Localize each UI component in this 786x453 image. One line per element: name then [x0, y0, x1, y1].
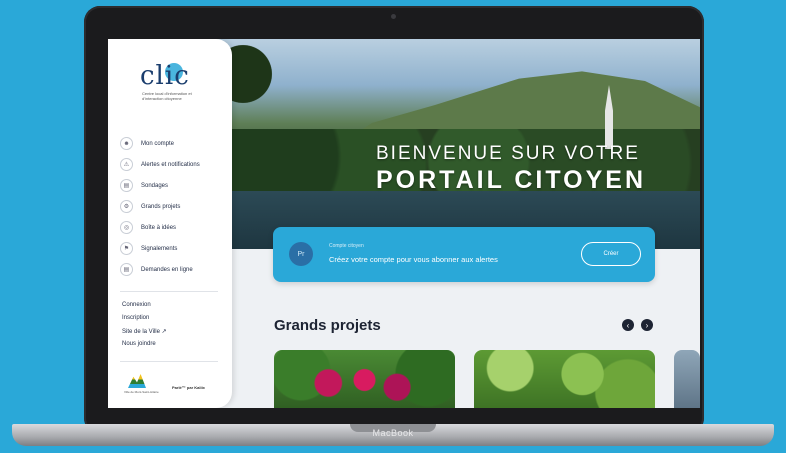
avatar: Pr	[289, 242, 313, 266]
create-account-button[interactable]: Créer	[581, 242, 641, 266]
camera-icon	[391, 14, 396, 19]
link-connexion[interactable]: Connexion	[122, 302, 167, 315]
sidebar: clic Centre local d'information et d'int…	[108, 39, 232, 408]
sidebar-item-label: Sondages	[141, 182, 169, 189]
powered-by[interactable]: Parlé™ par Kaliix	[172, 385, 205, 390]
project-card-vegetables[interactable]	[274, 350, 455, 408]
banner-eyebrow: Compte citoyen	[329, 243, 364, 249]
sidebar-item-boite-a-idees[interactable]: ◎ Boîte à idées	[120, 217, 226, 238]
sidebar-item-label: Signalements	[141, 245, 178, 252]
flag-icon: ⚑	[120, 242, 133, 255]
banner-message: Créez votre compte pour vous abonner aux…	[329, 255, 498, 264]
clic-logo[interactable]: clic Centre local d'information et d'int…	[138, 61, 208, 101]
hero-title-line1: BIENVENUE SUR VOTRE	[376, 143, 640, 164]
sidebar-item-label: Grands projets	[141, 203, 181, 210]
project-card-trees[interactable]	[474, 350, 655, 408]
projects-icon: ⚙	[120, 200, 133, 213]
sidebar-item-demandes[interactable]: ▤ Demandes en ligne	[120, 259, 226, 280]
link-nous-joindre[interactable]: Nous joindre	[122, 341, 167, 354]
link-site-ville[interactable]: Site de la Ville ↗	[122, 328, 167, 341]
hero-banner: BIENVENUE SUR VOTRE PORTAIL CITOYEN	[208, 39, 700, 249]
hero-title-line2: PORTAIL CITOYEN	[376, 166, 647, 194]
sidebar-item-alertes[interactable]: ⚠ Alertes et notifications	[120, 154, 226, 175]
logo-subtitle: Centre local d'information et d'interact…	[142, 91, 192, 101]
sidebar-item-grands-projets[interactable]: ⚙ Grands projets	[120, 196, 226, 217]
chevron-right-icon[interactable]: ›	[641, 319, 653, 331]
footer-logos: Ville de Mont-Saint-Hilaire Parlé™ par K…	[124, 374, 228, 398]
request-icon: ▤	[120, 263, 133, 276]
city-logo-icon[interactable]	[128, 374, 146, 388]
survey-icon: ▤	[120, 179, 133, 192]
city-caption: Ville de Mont-Saint-Hilaire	[124, 390, 159, 394]
sidebar-item-sondages[interactable]: ▤ Sondages	[120, 175, 226, 196]
user-icon: ☻	[120, 137, 133, 150]
link-inscription[interactable]: Inscription	[122, 315, 167, 328]
divider	[120, 291, 218, 292]
signup-banner: Pr Compte citoyen Créez votre compte pou…	[273, 227, 655, 282]
section-title: Grands projets	[274, 317, 381, 334]
logo-text: clic	[140, 61, 190, 91]
alert-icon: ⚠	[120, 158, 133, 171]
sidebar-nav: ☻ Mon compte ⚠ Alertes et notifications …	[120, 133, 226, 280]
sidebar-item-label: Alertes et notifications	[141, 161, 200, 168]
project-card-partial[interactable]	[674, 350, 700, 408]
divider	[120, 361, 218, 362]
chevron-left-icon[interactable]: ‹	[622, 319, 634, 331]
sidebar-item-mon-compte[interactable]: ☻ Mon compte	[120, 133, 226, 154]
screen: BIENVENUE SUR VOTRE PORTAIL CITOYEN clic…	[108, 39, 700, 408]
sidebar-item-label: Demandes en ligne	[141, 266, 193, 273]
sidebar-links: Connexion Inscription Site de la Ville ↗…	[122, 302, 167, 354]
idea-icon: ◎	[120, 221, 133, 234]
laptop-brand: MacBook	[372, 428, 414, 438]
sidebar-item-signalements[interactable]: ⚑ Signalements	[120, 238, 226, 259]
sidebar-item-label: Mon compte	[141, 140, 175, 147]
sidebar-item-label: Boîte à idées	[141, 224, 177, 231]
